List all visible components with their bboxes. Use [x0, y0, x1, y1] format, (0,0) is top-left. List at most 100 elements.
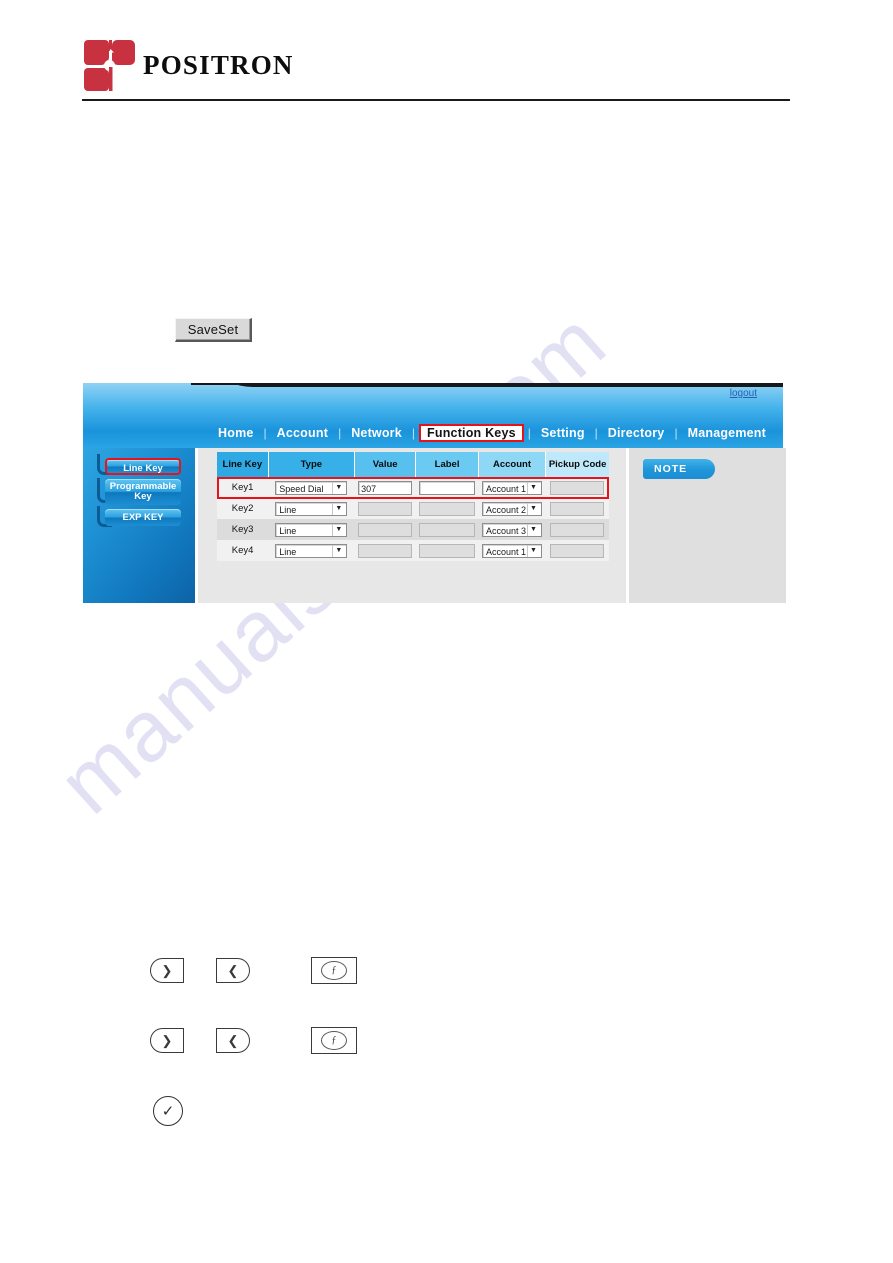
- account-select-value-key2: Account 2: [486, 504, 527, 515]
- sidebar-item-programmable-key[interactable]: Programmable Key: [105, 479, 181, 505]
- ok-circle-glyph: ƒ: [321, 1031, 347, 1050]
- account-select-key1[interactable]: Account 1 ▼: [482, 480, 542, 495]
- chevron-down-icon: ▼: [527, 481, 539, 494]
- table-row: Key2 Line ▼ Account 2 ▼: [217, 498, 609, 519]
- row-pickup-cell: [545, 519, 609, 540]
- type-select-value-key2: Line: [279, 504, 297, 515]
- row-value-cell: [354, 498, 415, 519]
- type-select-key2[interactable]: Line ▼: [275, 501, 348, 516]
- type-select-key4[interactable]: Line ▼: [275, 543, 348, 558]
- ok-circle-glyph: ƒ: [321, 961, 347, 980]
- ok-key-icon: ƒ: [311, 1027, 357, 1054]
- row-pickup-cell: [546, 477, 609, 498]
- saveset-button[interactable]: SaveSet: [175, 318, 252, 342]
- type-select-value-key1: Speed Dial: [279, 483, 324, 494]
- column-header-type: Type: [268, 452, 355, 477]
- left-arrow-key-icon: ❮: [216, 958, 250, 983]
- chevron-down-icon: ▼: [332, 502, 344, 515]
- row-account-cell: Account 2 ▼: [478, 498, 545, 519]
- page-watermark: manualshive.com: [0, 0, 893, 1263]
- right-arrow-key-icon: ❯: [150, 958, 184, 983]
- nav-item-function-keys[interactable]: Function Keys: [419, 424, 524, 442]
- check-glyph: ✓: [161, 1103, 175, 1120]
- value-input-key2[interactable]: [358, 501, 413, 516]
- line-key-table: Line Key Type Value Label Account Pickup…: [217, 452, 609, 561]
- value-input-key3[interactable]: [358, 522, 413, 537]
- row-account-cell: Account 1 ▼: [478, 540, 545, 561]
- web-ui-body: Line Key Programmable Key EXP KEY Line K…: [83, 448, 786, 603]
- account-select-key2[interactable]: Account 2 ▼: [482, 501, 542, 516]
- brand-wordmark: POSITRON: [143, 50, 294, 80]
- sidebar: Line Key Programmable Key EXP KEY: [83, 448, 195, 603]
- right-chevron-glyph: ❯: [161, 1032, 173, 1048]
- chevron-down-icon: ▼: [527, 523, 539, 536]
- row-key-label: Key1: [231, 482, 254, 493]
- nav-item-directory[interactable]: Directory: [599, 425, 674, 441]
- value-input-key1[interactable]: 307: [358, 480, 413, 495]
- type-select-value-key4: Line: [279, 546, 297, 557]
- type-select-value-key3: Line: [279, 525, 297, 536]
- label-input-key1[interactable]: [419, 480, 476, 495]
- row-pickup-cell: [546, 498, 609, 519]
- account-select-value-key4: Account 1: [486, 546, 527, 557]
- nav-separator: |: [411, 426, 416, 440]
- sidebar-item-exp-key[interactable]: EXP KEY: [105, 509, 181, 526]
- logout-link[interactable]: logout: [730, 388, 757, 399]
- pickup-code-input-key3[interactable]: [550, 522, 605, 537]
- pickup-code-input-key2[interactable]: [550, 501, 605, 516]
- pickup-code-input-key4[interactable]: [550, 543, 605, 558]
- account-select-key4[interactable]: Account 1 ▼: [482, 543, 542, 558]
- type-select-key3[interactable]: Line ▼: [275, 522, 348, 537]
- account-select-key3[interactable]: Account 3 ▼: [482, 522, 542, 537]
- account-select-value-key1: Account 1: [486, 483, 527, 494]
- row-type-cell: Line ▼: [268, 540, 354, 561]
- value-input-key4[interactable]: [358, 543, 413, 558]
- nav-item-account[interactable]: Account: [268, 425, 337, 441]
- pickup-code-input-key1[interactable]: [550, 480, 605, 495]
- column-header-label: Label: [415, 452, 479, 477]
- column-header-account: Account: [478, 452, 547, 477]
- row-key-label: Key4: [231, 545, 254, 556]
- row-label-cell: [416, 498, 478, 519]
- left-chevron-glyph: ❮: [227, 962, 239, 978]
- label-input-key2[interactable]: [419, 501, 476, 516]
- row-type-cell: Line ▼: [268, 498, 354, 519]
- row-label-cell: [416, 477, 478, 498]
- chevron-down-icon: ▼: [527, 544, 539, 557]
- sidebar-item-line-key[interactable]: Line Key: [105, 458, 181, 475]
- nav-item-network[interactable]: Network: [342, 425, 411, 441]
- type-select-key1[interactable]: Speed Dial ▼: [275, 480, 348, 495]
- left-arrow-key-icon: ❮: [216, 1028, 250, 1053]
- column-header-pickup-code: Pickup Code: [545, 452, 609, 477]
- column-header-line-key: Line Key: [217, 452, 269, 477]
- chevron-down-icon: ▼: [332, 481, 344, 494]
- column-header-value: Value: [354, 452, 417, 477]
- row-value-cell: [354, 519, 416, 540]
- row-type-cell: Line ▼: [268, 519, 355, 540]
- positron-logo-icon: [84, 40, 135, 91]
- row-account-cell: Account 1 ▼: [478, 477, 545, 498]
- label-input-key4[interactable]: [419, 543, 476, 558]
- chevron-down-icon: ▼: [527, 502, 539, 515]
- row-key-label: Key2: [231, 503, 254, 514]
- nav-item-setting[interactable]: Setting: [532, 425, 594, 441]
- phone-web-ui-screenshot: logout Home | Account | Network | Functi…: [83, 383, 786, 603]
- right-chevron-glyph: ❯: [161, 962, 173, 978]
- row-key-label: Key3: [217, 519, 269, 540]
- chevron-down-icon: ▼: [332, 523, 344, 536]
- banner-swoosh-bar: [191, 383, 783, 385]
- nav-item-management[interactable]: Management: [679, 425, 775, 441]
- table-header-row: Line Key Type Value Label Account Pickup…: [217, 452, 609, 477]
- content-area: Line Key Type Value Label Account Pickup…: [195, 448, 786, 603]
- header-divider: [82, 99, 790, 101]
- row-pickup-cell: [546, 540, 609, 561]
- label-input-key3[interactable]: [419, 522, 476, 537]
- row-value-cell: [354, 540, 415, 561]
- table-row: Key4 Line ▼ Account 1 ▼: [217, 540, 609, 561]
- left-chevron-glyph: ❮: [227, 1032, 239, 1048]
- table-row: Key3 Line ▼ Account 3 ▼: [217, 519, 609, 540]
- ok-key-icon: ƒ: [311, 957, 357, 984]
- account-select-value-key3: Account 3: [486, 525, 527, 536]
- nav-item-home[interactable]: Home: [209, 425, 263, 441]
- note-tab-label: NOTE: [643, 459, 715, 479]
